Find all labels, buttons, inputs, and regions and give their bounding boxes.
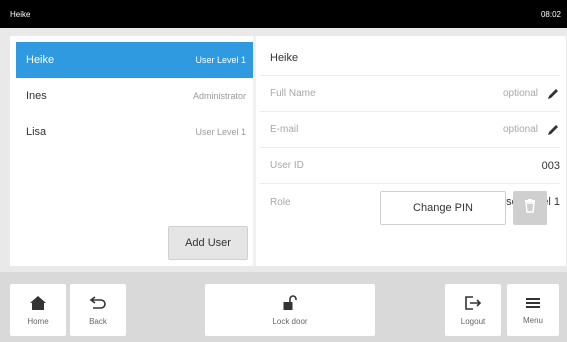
user-list: Heike User Level 1 Ines Administrator Li… [10,36,256,266]
change-pin-button[interactable]: Change PIN [380,191,506,225]
menu-button[interactable]: Menu [507,284,559,336]
back-arrow-icon [89,295,107,311]
user-name: Lisa [26,126,47,138]
edit-pencil-icon[interactable] [546,87,560,101]
home-label: Home [27,316,49,326]
email-value: optional [502,124,538,135]
user-role: User Level 1 [195,55,246,65]
role-label: Role [270,196,291,208]
trash-icon [524,198,536,218]
delete-user-button[interactable] [513,191,547,225]
user-id-label: User ID [270,160,304,171]
menu-label: Menu [522,315,543,325]
user-role: Administrator [192,91,246,101]
detail-name: Heike [270,51,299,64]
edit-pencil-icon[interactable] [546,123,560,137]
user-name: Heike [26,54,55,66]
home-button[interactable]: Home [10,284,66,336]
status-bar: Heike 08:02 [0,0,567,28]
hamburger-menu-icon [525,296,541,310]
detail-email-row[interactable]: E-mail optional [260,112,560,148]
user-name: Ines [26,90,47,102]
logout-button[interactable]: Logout [445,284,501,336]
detail-full-name-row[interactable]: Full Name optional [260,76,560,112]
divider [253,36,256,266]
full-name-label: Full Name [270,88,316,99]
unlock-icon [283,294,297,311]
add-user-button[interactable]: Add User [168,226,248,260]
lock-door-label: Lock door [272,316,308,326]
user-role: User Level 1 [195,127,246,137]
full-name-value: optional [502,88,538,99]
user-row-heike[interactable]: Heike User Level 1 [16,42,256,78]
user-management-panel: Heike User Level 1 Ines Administrator Li… [10,36,566,266]
status-title: Heike [10,10,31,19]
email-label: E-mail [270,124,299,135]
logout-label: Logout [460,316,486,326]
home-icon [29,295,47,311]
user-row-ines[interactable]: Ines Administrator [16,78,256,114]
user-row-lisa[interactable]: Lisa User Level 1 [16,114,256,150]
detail-user-id-row: User ID 003 [260,148,560,184]
detail-name-row: Heike [260,40,560,76]
bottom-nav: Home Back Lock door Logout Menu [0,272,567,342]
user-id-value: 003 [541,159,560,172]
logout-icon [464,295,482,311]
lock-door-button[interactable]: Lock door [205,284,375,336]
back-label: Back [89,316,107,326]
back-button[interactable]: Back [70,284,126,336]
status-time: 08:02 [540,10,561,19]
